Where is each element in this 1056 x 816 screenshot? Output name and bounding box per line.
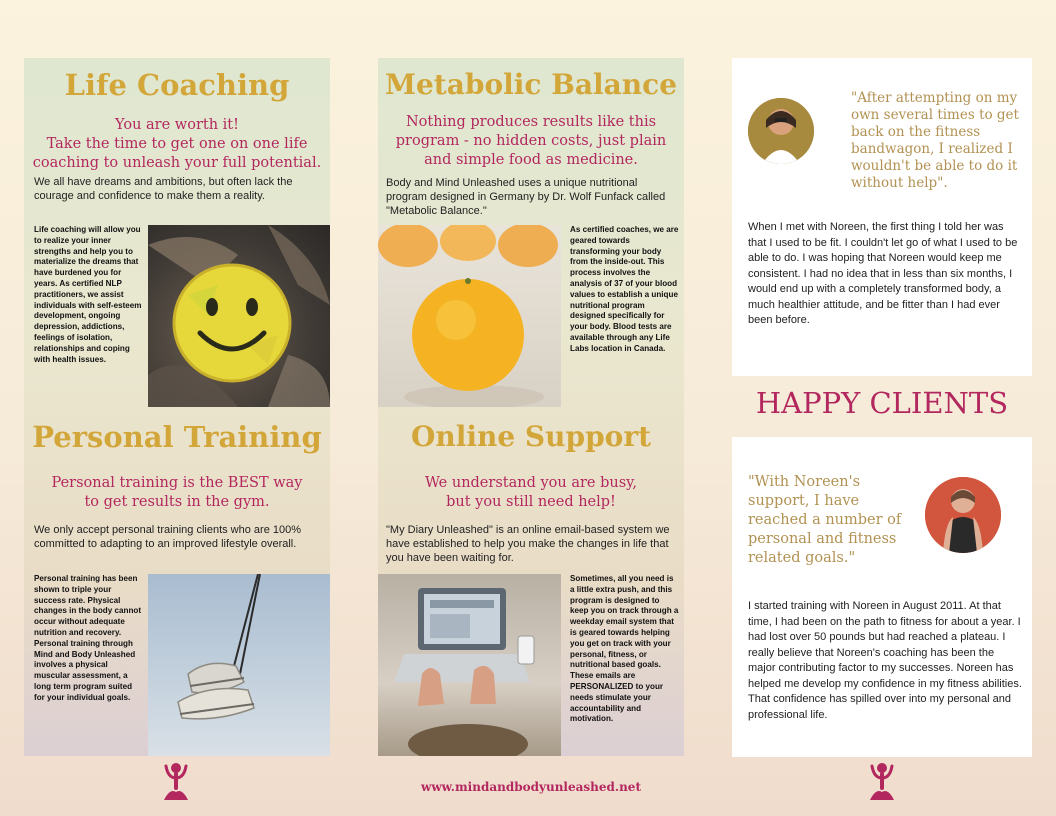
- personal-training-tagline: Personal training is the BEST way to get…: [51, 475, 303, 510]
- metabolic-balance-body: As certified coaches, we are geared towa…: [570, 225, 679, 353]
- personal-training-intro: We only accept personal training clients…: [34, 524, 302, 550]
- life-coaching-panel: Life Coaching You are worth it! Take the…: [24, 58, 330, 756]
- testimonial-story-1: When I met with Noreen, the first thing …: [748, 221, 1018, 326]
- laptop-hands-photo: [378, 574, 561, 756]
- life-coaching-intro: We all have dreams and ambitions, but of…: [34, 176, 293, 202]
- yoga-figure-icon: [162, 762, 190, 804]
- client-avatar: [748, 98, 814, 164]
- life-coaching-title: Life Coaching: [64, 68, 290, 102]
- online-support-body: Sometimes, all you need is a little extr…: [570, 574, 679, 724]
- metabolic-balance-title: Metabolic Balance: [384, 68, 678, 101]
- online-support-tagline: We understand you are busy, but you stil…: [424, 475, 638, 510]
- testimonial-quote-1: "After attempting on my own several time…: [851, 90, 1019, 191]
- metabolic-balance-tagline: Nothing produces results like this progr…: [395, 114, 667, 168]
- testimonial-story-2: I started training with Noreen in August…: [748, 600, 1022, 721]
- online-support-intro: "My Diary Unleashed" is an online email-…: [386, 524, 670, 564]
- hanging-sneakers-photo: [148, 574, 330, 756]
- personal-training-title: Personal Training: [32, 420, 322, 454]
- testimonial-card-1: "After attempting on my own several time…: [732, 58, 1032, 376]
- smiley-leaf-photo: [148, 225, 330, 407]
- metabolic-balance-intro: Body and Mind Unleashed uses a unique nu…: [386, 177, 666, 217]
- testimonial-quote-2: "With Noreen's support, I have reached a…: [748, 474, 902, 566]
- online-support-title: Online Support: [410, 420, 652, 453]
- life-coaching-tagline: You are worth it! Take the time to get o…: [32, 117, 322, 171]
- client-avatar: [925, 477, 1001, 553]
- orange-fruit-photo: [378, 225, 561, 407]
- personal-training-body: Personal training has been shown to trip…: [34, 574, 142, 702]
- testimonial-card-2: "With Noreen's support, I have reached a…: [732, 437, 1032, 757]
- metabolic-panel: Metabolic Balance Nothing produces resul…: [378, 58, 684, 756]
- yoga-figure-icon: [868, 762, 896, 804]
- happy-clients-heading: HAPPY CLIENTS: [755, 386, 1009, 420]
- footer-website-url[interactable]: www.mindandbodyunleashed.net: [378, 780, 684, 794]
- life-coaching-body: Life coaching will allow you to realize …: [34, 225, 142, 364]
